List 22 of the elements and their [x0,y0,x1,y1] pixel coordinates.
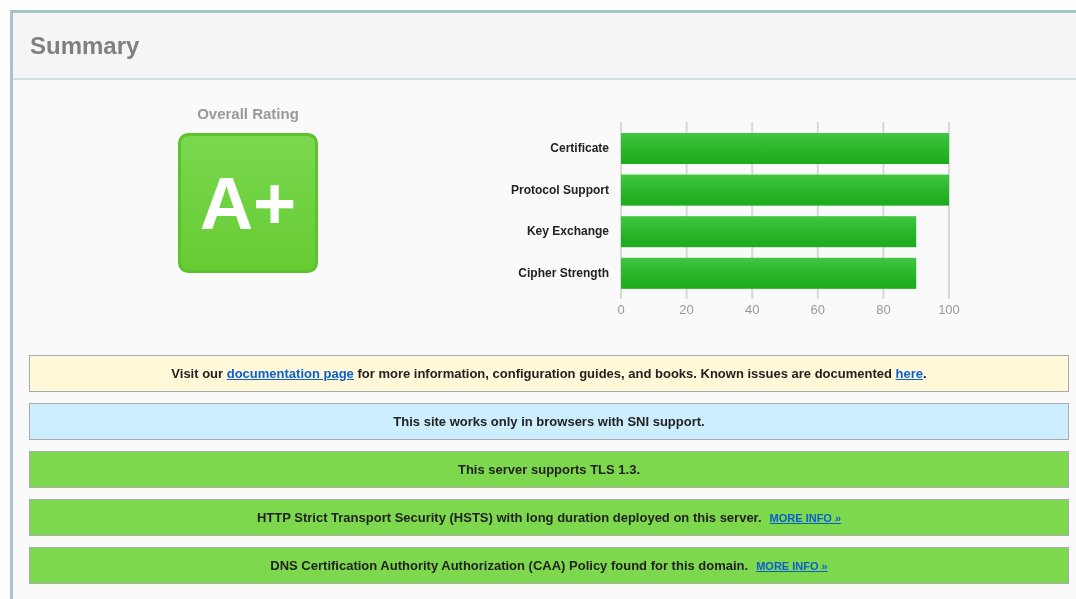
notice-text: HTTP Strict Transport Security (HSTS) with long duration deployed on this server. [256,510,762,525]
link[interactable]: here [895,366,924,381]
notice-text: Visit our documentation page for more information, configuration guides, and books. Known issues are documented here. [171,366,927,381]
grade-badge: A+ [178,133,318,273]
tick-label: 0 [617,302,625,317]
tick-label: 60 [810,302,826,317]
category-label: Protocol Support [511,182,609,197]
more-info-link[interactable]: MORE INFO » [756,559,828,572]
tick-label: 40 [744,302,760,317]
notice-text: This site works only in browsers with SNI support. [393,414,705,429]
tick-label: 100 [938,302,960,317]
category-label: Cipher Strength [518,265,609,280]
link[interactable]: documentation page [226,366,354,381]
section-title: Summary [30,31,140,60]
more-info-link[interactable]: MORE INFO » [769,511,842,524]
category-label: Key Exchange [526,224,609,239]
rating-label: Overall Rating [197,105,299,122]
notice-text: DNS Certification Authority Authorization (CAA) Policy found for this domain. [270,558,749,573]
tick-label: 20 [679,302,694,317]
notice-text: This server supports TLS 1.3. [457,462,641,477]
category-label: Certificate [550,141,609,155]
tick-label: 80 [876,302,891,317]
